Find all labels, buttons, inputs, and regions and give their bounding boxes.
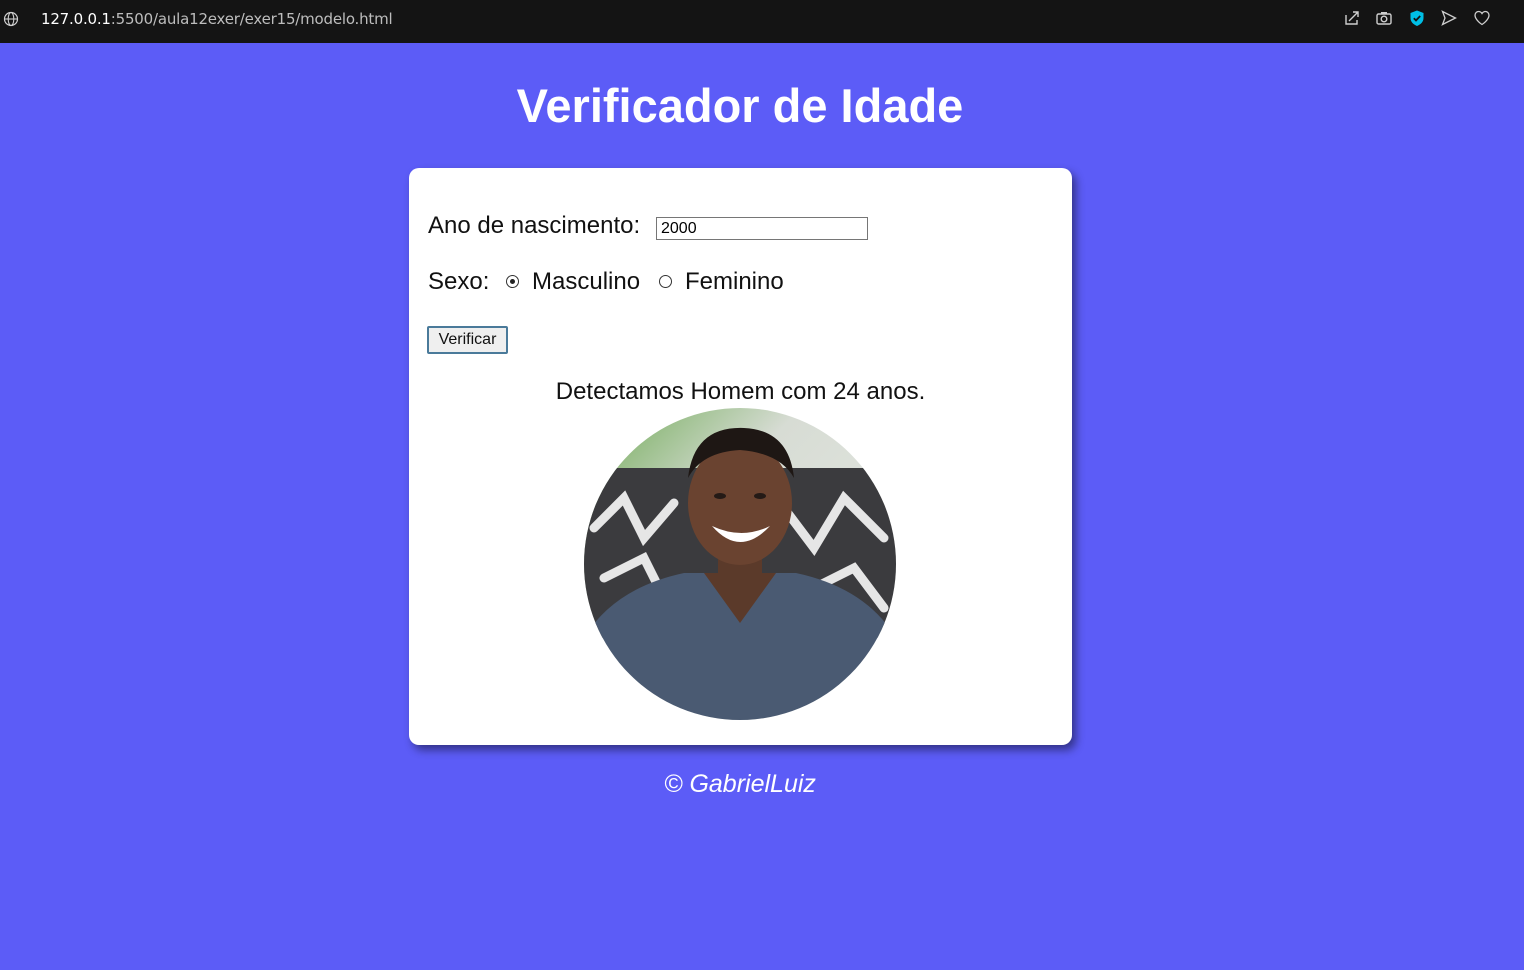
footer-credit: © GabrielLuiz — [664, 770, 816, 798]
birth-year-label: Ano de nascimento: — [428, 212, 641, 239]
globe-icon — [3, 11, 19, 27]
result-text: Detectamos Homem com 24 anos. — [555, 378, 926, 405]
verifier-card: Ano de nascimento: Sexo: Masculino Femin… — [409, 168, 1072, 745]
verify-button[interactable]: Verificar — [427, 326, 508, 354]
browser-address-bar: 127.0.0.1:5500/aula12exer/exer15/modelo.… — [0, 0, 1524, 43]
radio-male-label[interactable]: Masculino — [532, 268, 640, 296]
result-photo — [584, 408, 896, 720]
radio-female-label[interactable]: Feminino — [685, 268, 784, 296]
url-path: :5500/aula12exer/exer15/modelo.html — [110, 10, 393, 28]
person-photo-illustration — [584, 408, 896, 720]
camera-icon[interactable] — [1375, 9, 1393, 27]
heart-icon[interactable] — [1473, 9, 1491, 27]
share-icon[interactable] — [1343, 9, 1361, 27]
radio-male[interactable] — [506, 275, 519, 288]
send-icon[interactable] — [1440, 9, 1458, 27]
url-host: 127.0.0.1 — [41, 10, 111, 28]
birth-year-input[interactable] — [656, 217, 868, 240]
page-title: Verificador de Idade — [516, 79, 964, 132]
shield-icon[interactable] — [1408, 9, 1426, 27]
radio-female[interactable] — [659, 275, 672, 288]
sex-label: Sexo: — [428, 268, 490, 295]
url-text[interactable]: 127.0.0.1:5500/aula12exer/exer15/modelo.… — [41, 10, 393, 28]
